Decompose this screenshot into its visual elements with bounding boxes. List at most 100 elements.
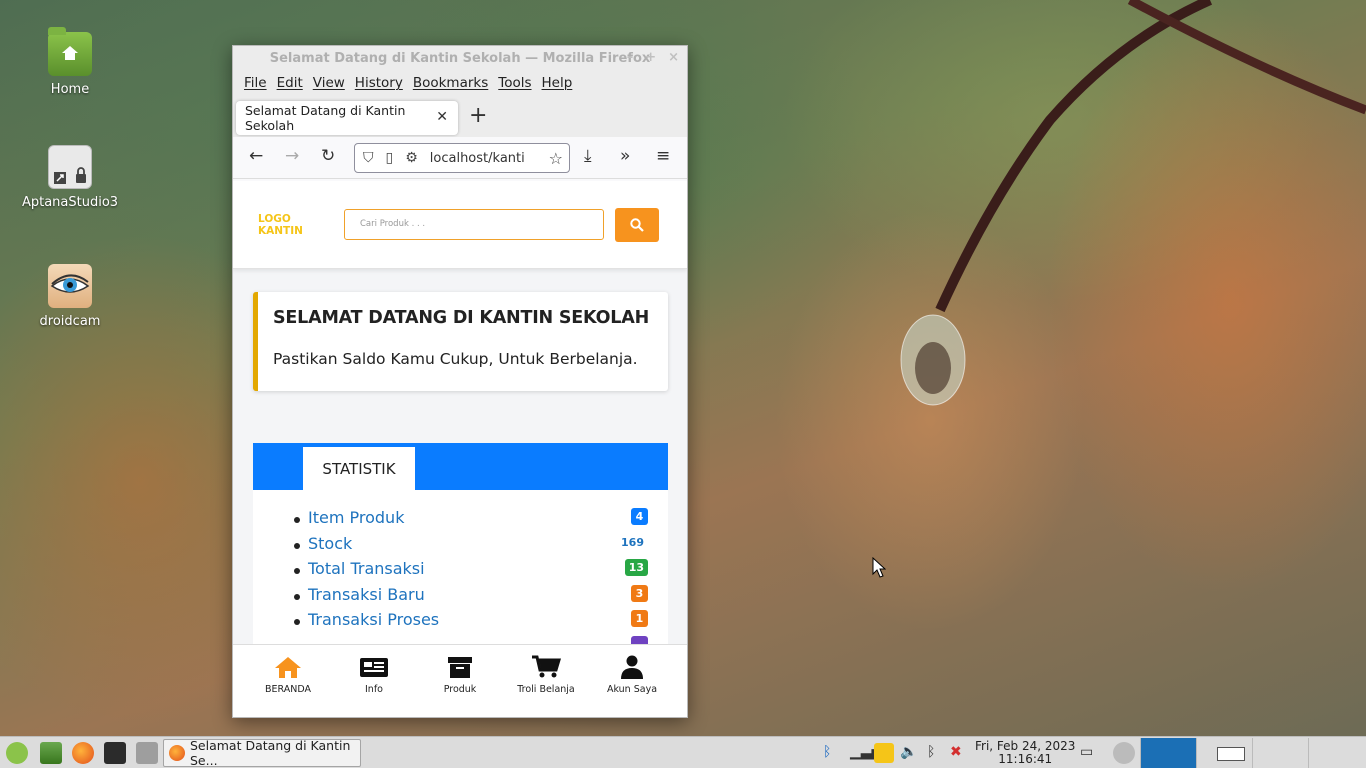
- user-icon: [621, 655, 643, 679]
- stats-header: STATISTIK: [253, 443, 668, 491]
- taskbar-window-firefox[interactable]: Selamat Datang di Kantin Se...: [163, 738, 361, 768]
- stats-item-total-transaksi[interactable]: Total Transaksi 13: [294, 559, 668, 585]
- clock-time: 11:16:41: [998, 752, 1053, 766]
- mint-menu-icon[interactable]: [6, 742, 28, 764]
- desktop-icon-label: AptanaStudio3: [21, 195, 119, 210]
- url-bar[interactable]: ⛉ ▯ ⚙ localhost/kantin ☆: [354, 143, 570, 173]
- stats-badge: 3: [631, 584, 648, 602]
- new-tab-icon[interactable]: +: [469, 103, 487, 128]
- security-shield-icon[interactable]: ✖: [950, 744, 962, 760]
- search-icon: [630, 218, 644, 232]
- nav-produk[interactable]: Produk: [420, 645, 500, 717]
- show-desktop-icon[interactable]: [40, 742, 62, 764]
- stats-item-transaksi-baru[interactable]: Transaksi Baru 3: [294, 584, 668, 611]
- logo-line-2: KANTIN: [258, 225, 303, 237]
- nav-info[interactable]: Info: [334, 645, 414, 717]
- droidcam-eye-icon: [48, 264, 92, 308]
- menu-file[interactable]: File: [239, 75, 272, 91]
- desktop-icon-aptana[interactable]: AptanaStudio3: [20, 145, 120, 210]
- menu-tools[interactable]: Tools: [493, 75, 536, 91]
- tab-statistik[interactable]: STATISTIK: [303, 447, 415, 491]
- overflow-icon[interactable]: »: [620, 146, 630, 166]
- reload-icon[interactable]: ↻: [321, 146, 335, 166]
- menu-edit[interactable]: Edit: [272, 75, 308, 91]
- menu-view[interactable]: View: [308, 75, 350, 91]
- workspace-1[interactable]: [1140, 738, 1196, 768]
- clock[interactable]: Fri, Feb 24, 2023 11:16:41: [975, 740, 1075, 766]
- desktop-icon-droidcam[interactable]: droidcam: [20, 264, 120, 329]
- folder-home-icon: [48, 27, 92, 76]
- stats-label: Item Produk: [308, 508, 405, 527]
- stats-badge: 1: [631, 610, 648, 627]
- minimize-icon[interactable]: –: [627, 50, 634, 65]
- menu-bookmarks[interactable]: Bookmarks: [408, 75, 493, 91]
- nav-label: BERANDA: [265, 684, 311, 695]
- desktop-icon-home[interactable]: Home: [20, 27, 120, 97]
- stats-label: Transaksi Proses: [308, 610, 440, 629]
- site-logo[interactable]: LOGO KANTIN: [258, 213, 303, 237]
- shield-icon[interactable]: ⛉: [363, 150, 374, 166]
- files-icon[interactable]: [136, 742, 158, 764]
- bluetooth-tray-icon[interactable]: ᛒ: [927, 744, 935, 760]
- menu-help[interactable]: Help: [537, 75, 578, 91]
- stats-list: Item Produk 4 Stock 169 Total Transaksi …: [253, 490, 668, 661]
- logo-line-1: LOGO: [258, 213, 291, 225]
- nav-toolbar: ← → ↻ ⛉ ▯ ⚙ localhost/kantin ☆ ⤓ » ≡: [233, 137, 687, 179]
- stats-badge: 4: [631, 508, 648, 525]
- nav-beranda[interactable]: BERANDA: [248, 645, 328, 717]
- nav-akun-saya[interactable]: Akun Saya: [592, 645, 672, 717]
- firefox-window[interactable]: Selamat Datang di Kantin Sekolah — Mozil…: [232, 45, 688, 718]
- home-icon: [275, 657, 301, 678]
- hamburger-menu-icon[interactable]: ≡: [656, 146, 670, 166]
- back-icon[interactable]: ←: [249, 146, 263, 166]
- terminal-icon[interactable]: [104, 742, 126, 764]
- menu-bar: File Edit View History Bookmarks Tools H…: [233, 71, 687, 95]
- download-icon[interactable]: ⤓: [584, 146, 592, 166]
- maximize-icon[interactable]: +: [645, 50, 656, 65]
- aptana-icon: [48, 145, 92, 189]
- web-content: LOGO KANTIN Cari Produk . . . SELAMAT DA…: [233, 181, 687, 717]
- window-titlebar[interactable]: Selamat Datang di Kantin Sekolah — Mozil…: [233, 46, 687, 71]
- workspace-3[interactable]: [1252, 738, 1308, 768]
- stats-item-produk[interactable]: Item Produk 4: [294, 508, 668, 534]
- stats-item-stock[interactable]: Stock 169: [294, 533, 668, 560]
- tab-title: Selamat Datang di Kantin Sekolah: [245, 103, 406, 133]
- forward-icon[interactable]: →: [285, 146, 299, 166]
- firefox-launcher-icon[interactable]: [72, 742, 94, 764]
- mouse-cursor-icon: [872, 557, 886, 578]
- stats-item-transaksi-proses[interactable]: Transaksi Proses 1: [294, 610, 668, 636]
- browser-tab[interactable]: Selamat Datang di Kantin Sekolah ✕: [236, 101, 458, 135]
- welcome-title: SELAMAT DATANG DI KANTIN SEKOLAH: [273, 308, 650, 328]
- bottom-nav: BERANDA Info Produk Troli Belanja Akun S…: [233, 644, 687, 717]
- cart-icon: [532, 655, 561, 678]
- workspace-2[interactable]: [1196, 738, 1252, 768]
- battery-icon[interactable]: ▭: [1080, 744, 1093, 760]
- search-input[interactable]: Cari Produk . . .: [344, 209, 604, 240]
- tab-strip: Selamat Datang di Kantin Sekolah ✕ +: [233, 95, 687, 137]
- session-icon[interactable]: [1113, 742, 1135, 764]
- nav-label: Troli Belanja: [517, 684, 575, 695]
- workspace-window-thumb: [1217, 747, 1245, 761]
- welcome-text: Pastikan Saldo Kamu Cukup, Untuk Berbela…: [273, 350, 638, 368]
- taskbar: Selamat Datang di Kantin Se... ᛒ ▁▃▅ 🔈 ᛒ…: [0, 736, 1366, 768]
- newspaper-icon: [360, 658, 388, 677]
- wallpaper-branch: [900, 0, 1366, 406]
- desktop-icon-label: Home: [50, 82, 90, 97]
- nav-label: Akun Saya: [606, 684, 658, 695]
- update-manager-icon[interactable]: [874, 743, 894, 763]
- bookmark-star-icon[interactable]: ☆: [549, 149, 563, 168]
- bluetooth-icon[interactable]: ᛒ: [823, 744, 831, 760]
- permissions-icon[interactable]: ⚙: [405, 150, 418, 166]
- page-icon[interactable]: ▯: [386, 150, 394, 166]
- stats-label: Stock: [308, 533, 353, 553]
- search-button[interactable]: [615, 208, 659, 242]
- tab-close-icon[interactable]: ✕: [436, 109, 448, 125]
- nav-troli-belanja[interactable]: Troli Belanja: [506, 645, 586, 717]
- close-icon[interactable]: ×: [668, 50, 679, 65]
- volume-icon[interactable]: 🔈: [900, 744, 917, 760]
- url-text[interactable]: localhost/kantin: [430, 151, 525, 166]
- task-label: Selamat Datang di Kantin Se...: [190, 738, 351, 768]
- menu-history[interactable]: History: [350, 75, 408, 91]
- workspace-4[interactable]: [1308, 738, 1364, 768]
- archive-box-icon: [448, 657, 472, 678]
